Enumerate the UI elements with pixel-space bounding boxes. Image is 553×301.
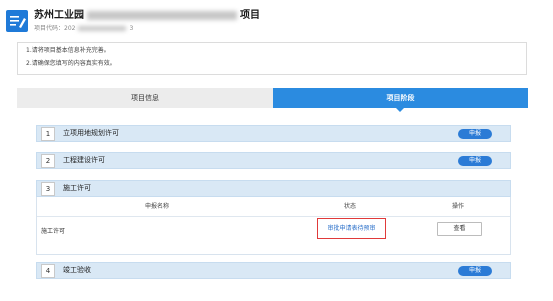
edit-document-icon: [6, 10, 28, 32]
stage-number: 2: [41, 154, 55, 168]
redacted-text: [87, 10, 237, 20]
column-header-status: 状态: [344, 203, 357, 210]
apply-button[interactable]: 申报: [458, 129, 492, 139]
column-header-name: 申报名称: [145, 203, 170, 210]
apply-button[interactable]: 申报: [458, 156, 492, 166]
project-title-suffix: 项目: [240, 10, 260, 21]
project-code: 项目代码：202 3: [34, 24, 260, 33]
page-header: 苏州工业园 项目 项目代码：202 3: [0, 0, 553, 40]
notice-line: 2.请确保您填写的内容真实有效。: [26, 60, 116, 67]
stage-bar-1[interactable]: 1 立项用地规划许可 申报: [36, 125, 511, 142]
stage-name: 施工许可: [63, 184, 91, 192]
stage-name: 竣工验收: [63, 266, 91, 274]
stage-number: 4: [41, 264, 55, 278]
stage-detail-panel: 申报名称 状态 操作 施工许可 审批申请表待预审 查看: [36, 197, 511, 255]
status-link[interactable]: 审批申请表待预审: [317, 218, 386, 239]
apply-button[interactable]: 申报: [458, 266, 492, 276]
table-row: 施工许可 审批申请表待预审 查看: [37, 217, 510, 247]
application-name: 施工许可: [41, 228, 66, 235]
redacted-code: [78, 26, 127, 31]
project-title: 苏州工业园 项目: [34, 10, 260, 22]
tab-bar: 项目信息 项目阶段: [17, 88, 528, 112]
stage-number: 1: [41, 127, 55, 141]
tab-project-info[interactable]: 项目信息: [17, 88, 273, 108]
stage-name: 立项用地规划许可: [63, 129, 119, 137]
table-header: 申报名称 状态 操作: [37, 197, 510, 217]
notice-line: 1.请将项目基本信息补充完善。: [26, 47, 110, 54]
stage-bar-3[interactable]: 3 施工许可: [36, 180, 511, 197]
project-code-label: 项目代码：: [34, 25, 65, 32]
notice-box: 1.请将项目基本信息补充完善。 2.请确保您填写的内容真实有效。: [17, 42, 527, 75]
column-header-action: 操作: [452, 203, 465, 210]
project-code-visible-b: 3: [129, 25, 134, 32]
stage-number: 3: [41, 182, 55, 196]
project-code-visible-a: 202: [64, 25, 76, 32]
tab-project-stage[interactable]: 项目阶段: [273, 88, 528, 108]
stage-bar-2[interactable]: 2 工程建设许可 申报: [36, 152, 511, 169]
stage-name: 工程建设许可: [63, 156, 105, 164]
active-tab-indicator: [395, 107, 405, 112]
project-title-prefix: 苏州工业园: [34, 10, 84, 21]
view-button[interactable]: 查看: [437, 222, 482, 236]
stage-bar-4[interactable]: 4 竣工验收 申报: [36, 262, 511, 279]
